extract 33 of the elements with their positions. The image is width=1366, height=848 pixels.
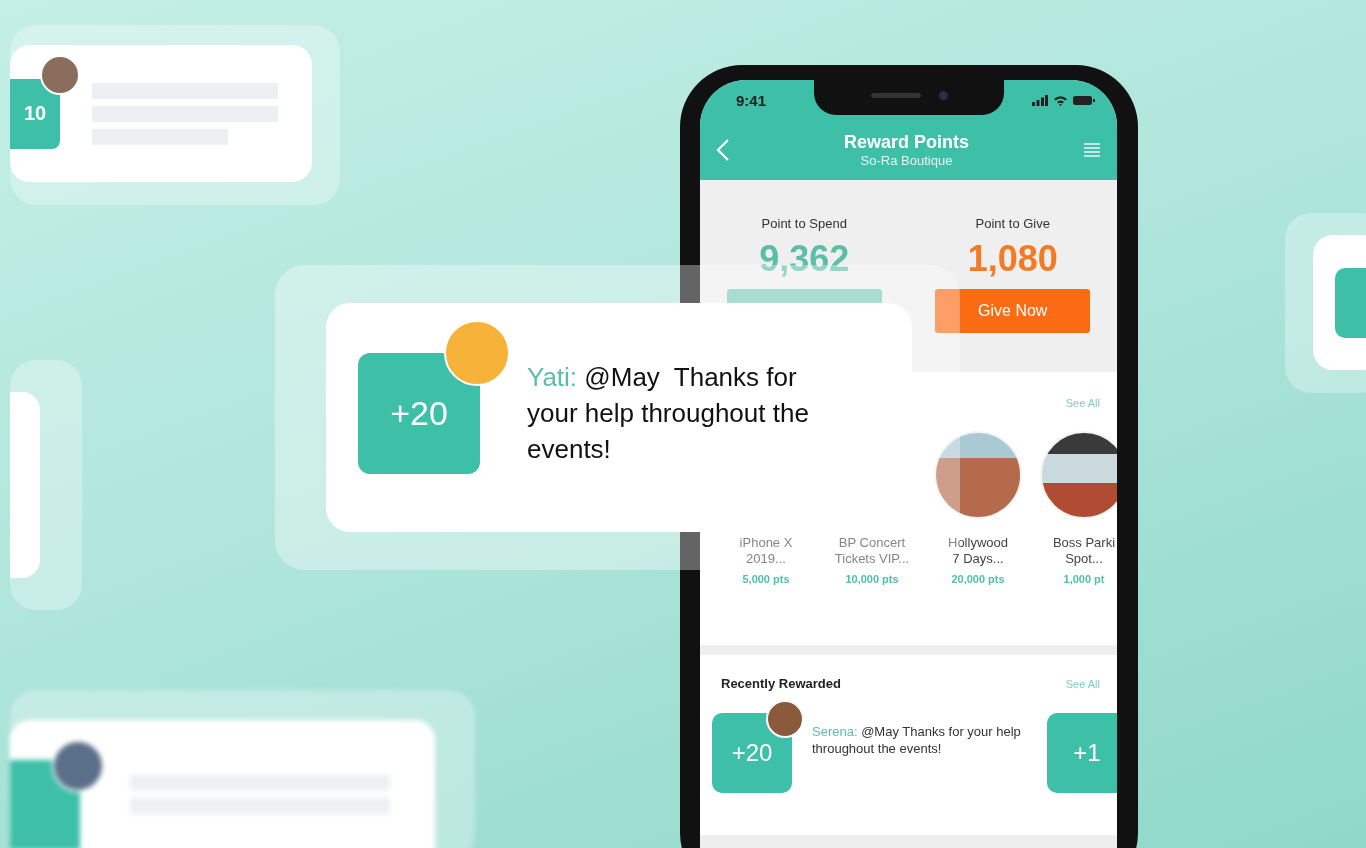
back-icon: [716, 138, 730, 162]
reward-name[interactable]: iPhone X 2019...: [739, 535, 793, 567]
reward-price: 20,000 pts: [951, 573, 1005, 585]
signal-icon: [1032, 94, 1048, 106]
message-text: Yati: @May Thanks for your help throughout the events!: [527, 361, 810, 466]
wifi-icon: [1053, 94, 1068, 106]
points-value: 1,080: [967, 237, 1058, 281]
points-tile: +1: [1047, 713, 1117, 793]
menu-icon: [1083, 142, 1101, 158]
points-tile: +20: [358, 353, 480, 474]
points-label: Point to Give: [975, 216, 1050, 231]
section-title: Recently Rewarded: [721, 676, 841, 691]
screen-subtitle: So-Ra Boutique: [859, 153, 954, 168]
speaker-slot: [870, 92, 921, 98]
screen-title: Reward Points: [844, 132, 969, 153]
reward-price: 1,000 pt: [1063, 573, 1105, 585]
points-tile: 10: [10, 78, 60, 149]
points-value: 9,362: [759, 237, 850, 281]
reward-price: 5,000 pts: [742, 573, 790, 585]
clock-time: 9:41: [736, 91, 767, 109]
reward-name[interactable]: BP Concert Tickets VIP...: [834, 535, 910, 567]
menu-button[interactable]: [1083, 142, 1101, 158]
give-now-button[interactable]: Give Now: [935, 289, 1091, 333]
avatar: [52, 740, 104, 792]
points-label: Point to Spend: [761, 216, 847, 231]
battery-icon: [1073, 94, 1095, 106]
reward-name[interactable]: Hollywood 7 Days...: [948, 535, 1008, 567]
camera-dot: [938, 90, 948, 100]
message-text: Serena: @May Thanks for your help throughout the events!: [812, 723, 1022, 758]
points-tile: [1335, 267, 1366, 338]
reward-name[interactable]: Boss Parki Spot...: [1052, 535, 1116, 567]
reward-price: 10,000 pts: [845, 573, 899, 585]
back-button[interactable]: [716, 138, 730, 162]
